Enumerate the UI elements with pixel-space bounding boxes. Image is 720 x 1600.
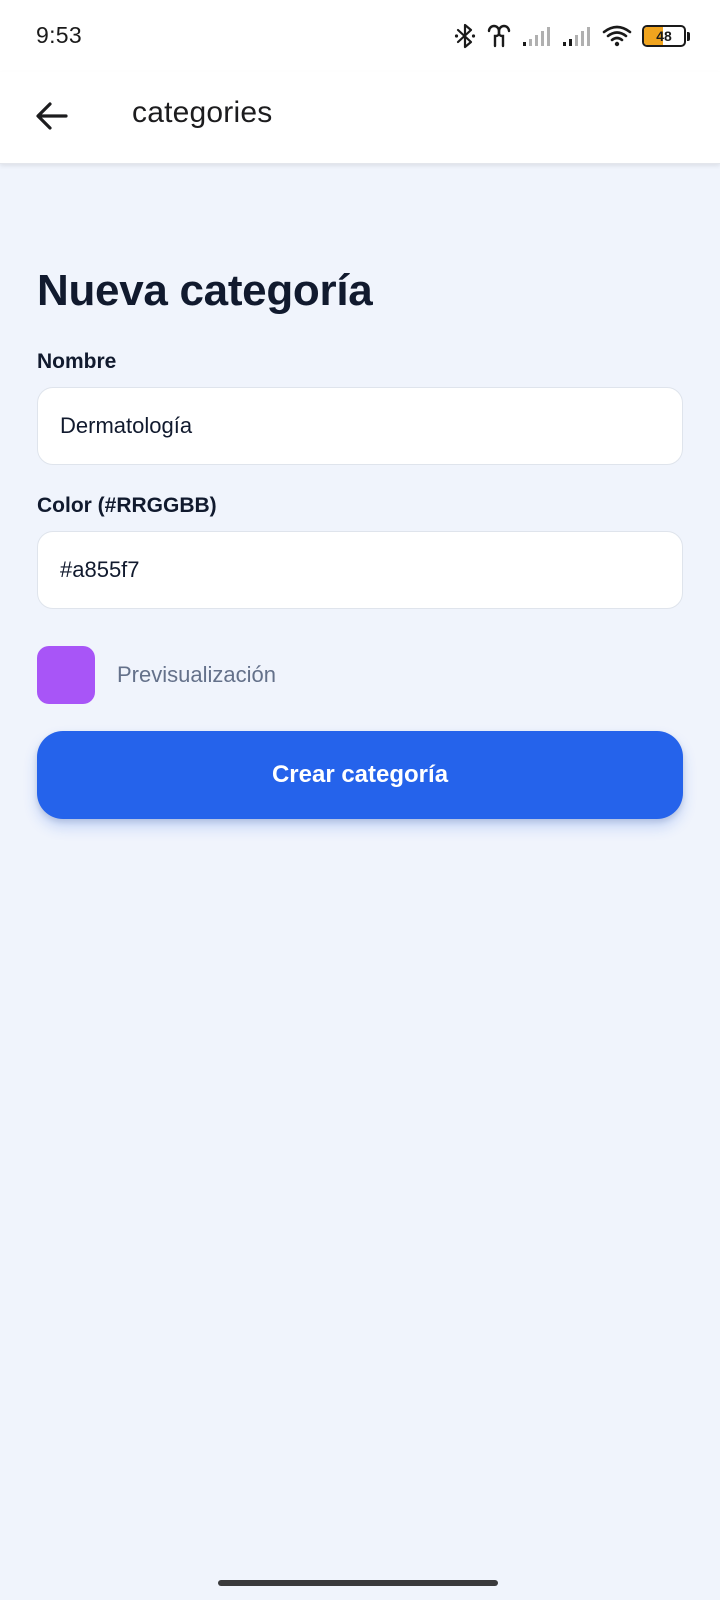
name-label: Nombre xyxy=(37,350,117,373)
status-bar: 9:53 48 xyxy=(0,0,720,72)
arrow-left-icon xyxy=(35,101,69,136)
wifi-icon xyxy=(602,24,632,48)
bluetooth-icon xyxy=(454,23,476,49)
app-bar: categories xyxy=(0,72,720,164)
color-preview-swatch xyxy=(37,646,95,704)
back-button[interactable] xyxy=(24,90,80,146)
battery-level: 48 xyxy=(656,28,672,44)
signal-icon xyxy=(522,25,552,47)
status-time: 9:53 xyxy=(36,22,82,48)
home-indicator[interactable] xyxy=(218,1580,498,1586)
page-title: Nueva categoría xyxy=(37,266,373,315)
battery-tip xyxy=(687,31,690,41)
battery-body: 48 xyxy=(642,25,686,47)
color-label: Color (#RRGGBB) xyxy=(37,494,217,517)
earbuds-icon xyxy=(486,23,512,49)
battery-icon: 48 xyxy=(642,25,690,47)
name-input[interactable] xyxy=(37,387,683,465)
page-title-bar: categories xyxy=(132,96,273,129)
create-category-button[interactable]: Crear categoría xyxy=(37,731,683,819)
color-input[interactable] xyxy=(37,531,683,609)
status-icons: 48 xyxy=(454,22,690,50)
color-preview-label: Previsualización xyxy=(117,662,276,687)
signal-icon xyxy=(562,25,592,47)
color-preview: Previsualización xyxy=(37,646,276,704)
